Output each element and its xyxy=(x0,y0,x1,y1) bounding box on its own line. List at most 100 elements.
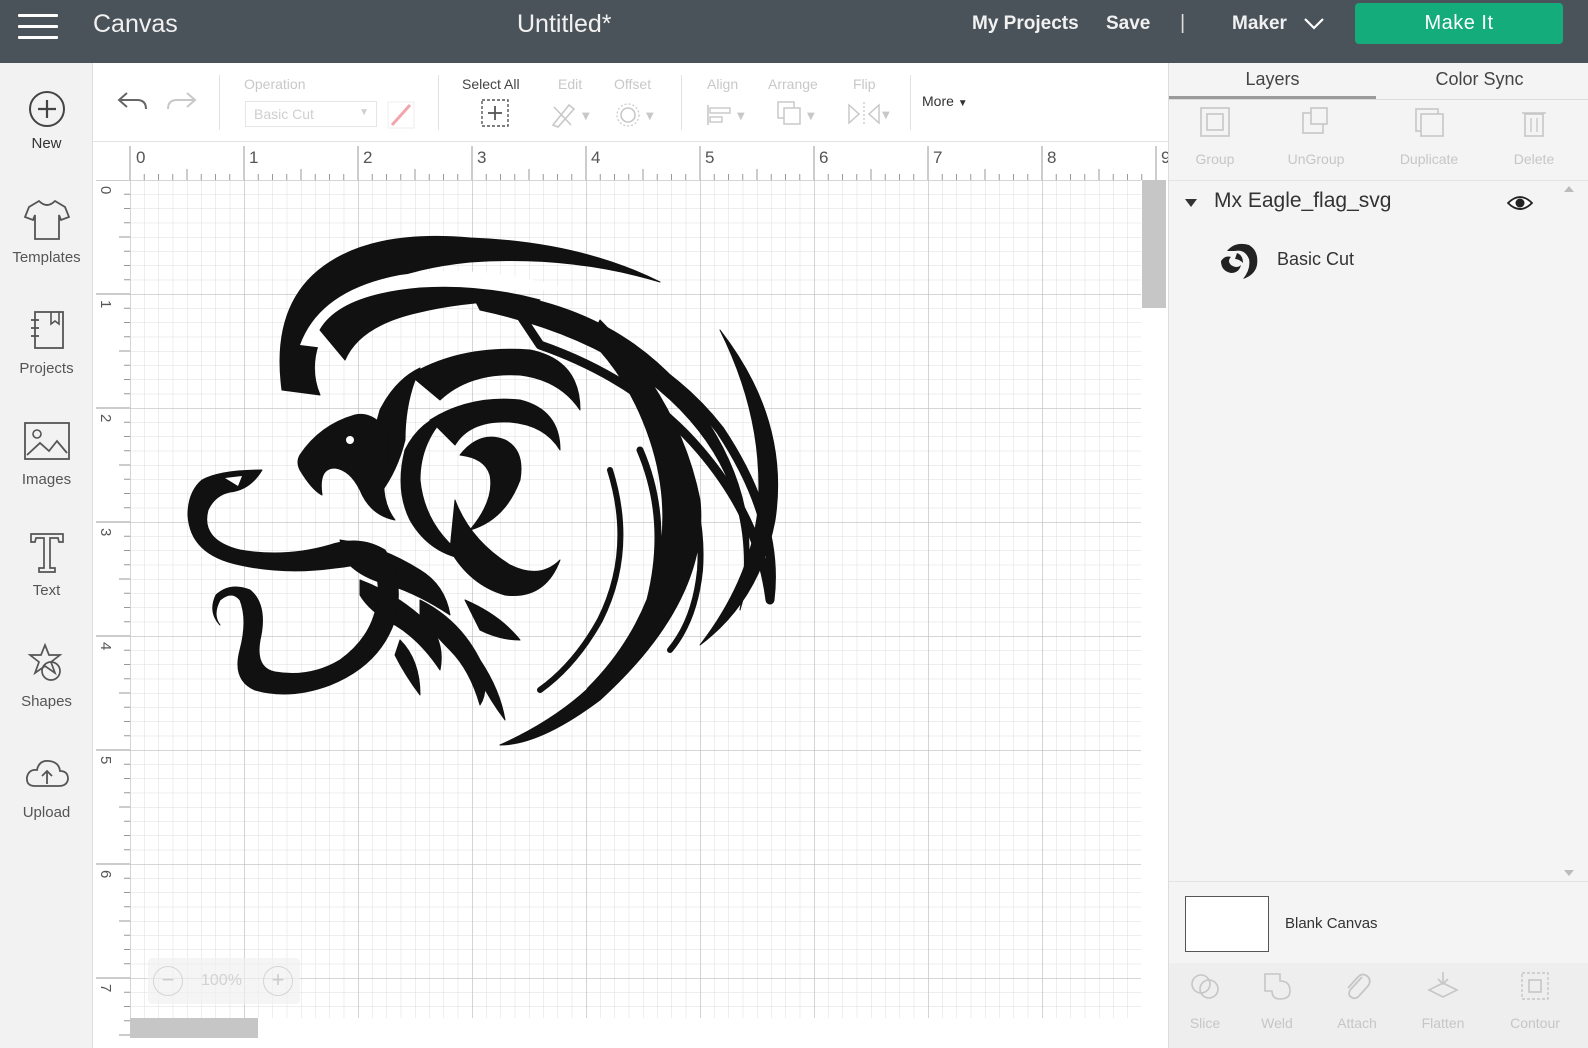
nav-new[interactable]: New xyxy=(0,89,93,189)
contour-icon xyxy=(1521,972,1549,1000)
tab-color-sync[interactable]: Color Sync xyxy=(1376,63,1583,99)
ruler-top-ticks: 0 1 2 3 4 5 6 7 8 9 xyxy=(129,146,1168,180)
left-nav: New Templates Projects Images Text Shape… xyxy=(0,63,93,1048)
upload-cloud-icon xyxy=(25,760,69,787)
delete-tool[interactable]: Delete xyxy=(1494,105,1574,167)
eagle-snake-design[interactable] xyxy=(130,180,1141,1018)
layer-thumbnail xyxy=(1221,243,1258,279)
ungroup-tool[interactable]: UnGroup xyxy=(1276,105,1356,167)
select-all-icon[interactable] xyxy=(480,98,510,128)
ruler-label: 3 xyxy=(97,528,114,536)
image-icon xyxy=(23,422,70,460)
scroll-up-arrow-icon[interactable] xyxy=(1563,183,1575,195)
ruler-label: 6 xyxy=(819,148,828,167)
document-title[interactable]: Untitled* xyxy=(517,10,612,39)
my-projects-link[interactable]: My Projects xyxy=(972,13,1079,35)
ruler-label: 4 xyxy=(97,642,114,650)
tab-divider xyxy=(1169,99,1588,100)
contour-tool[interactable]: Contour xyxy=(1495,969,1575,1031)
svg-text:▼: ▼ xyxy=(882,110,890,121)
nav-images[interactable]: Images xyxy=(0,419,93,519)
arrange-icon[interactable]: ▼ xyxy=(775,99,819,129)
layers-panel: Layers Color Sync Group UnGroup Duplicat… xyxy=(1168,63,1588,1048)
ruler-left: 0 1 2 3 4 5 6 7 xyxy=(93,180,130,1048)
flatten-tool[interactable]: Flatten xyxy=(1403,969,1483,1031)
slice-tool[interactable]: Slice xyxy=(1165,969,1245,1031)
operation-select[interactable]: Basic Cut ▼ xyxy=(245,101,377,127)
vertical-scrollbar-thumb[interactable] xyxy=(1142,180,1166,308)
horizontal-scrollbar-thumb[interactable] xyxy=(130,1018,258,1038)
zoom-level: 100% xyxy=(201,972,242,989)
ruler-label: 1 xyxy=(97,300,114,308)
shapes-icon xyxy=(27,642,62,681)
attach-tool[interactable]: Attach xyxy=(1317,969,1397,1031)
bottom-tools: Slice Weld Attach Flatten Contour xyxy=(1169,963,1588,1048)
redo-icon[interactable] xyxy=(165,87,199,115)
layer-group-name[interactable]: Mx Eagle_flag_svg xyxy=(1214,189,1391,213)
toolbar-divider xyxy=(910,75,911,130)
tshirt-icon xyxy=(23,199,70,240)
nav-text[interactable]: Text xyxy=(0,530,93,630)
nav-shapes[interactable]: Shapes xyxy=(0,641,93,741)
chevron-down-icon[interactable] xyxy=(1303,16,1325,32)
machine-select[interactable]: Maker xyxy=(1232,13,1287,35)
design-canvas[interactable] xyxy=(130,180,1141,1018)
ruler-label: 2 xyxy=(97,414,114,422)
edit-tools-icon[interactable]: ▼ xyxy=(549,99,593,129)
tools-divider xyxy=(1169,180,1588,181)
save-button[interactable]: Save xyxy=(1106,13,1150,35)
align-icon[interactable]: ▼ xyxy=(705,101,749,129)
ruler-label: 5 xyxy=(705,148,714,167)
nav-new-label: New xyxy=(31,135,62,152)
make-it-button[interactable]: Make It xyxy=(1355,3,1563,44)
eye-visibility-icon[interactable] xyxy=(1507,194,1533,212)
ruler-label: 0 xyxy=(136,148,145,167)
blank-canvas-swatch[interactable] xyxy=(1185,896,1269,952)
more-label: More xyxy=(922,93,954,109)
svg-text:▼: ▼ xyxy=(737,111,745,122)
zoom-out-button[interactable]: − xyxy=(153,966,183,996)
edit-label: Edit xyxy=(558,76,583,92)
projects-icon xyxy=(30,311,64,349)
blank-canvas-row[interactable]: Blank Canvas xyxy=(1169,881,1588,963)
ruler-label: 9 xyxy=(1161,148,1168,167)
toolbar-divider xyxy=(681,75,682,130)
offset-label: Offset xyxy=(614,76,652,92)
duplicate-icon xyxy=(1415,108,1444,137)
flip-icon[interactable]: ▼ xyxy=(845,99,893,129)
weld-label: Weld xyxy=(1261,1015,1293,1031)
svg-text:▼: ▼ xyxy=(582,111,590,122)
ruler-label: 7 xyxy=(97,984,114,992)
tab-layers[interactable]: Layers xyxy=(1169,63,1376,99)
caret-down-icon: ▼ xyxy=(957,98,968,109)
ruler-label: 2 xyxy=(363,148,372,167)
nav-templates[interactable]: Templates xyxy=(0,197,93,297)
nav-upload[interactable]: Upload xyxy=(0,752,93,852)
weld-tool[interactable]: Weld xyxy=(1237,969,1317,1031)
more-menu[interactable]: More ▼ xyxy=(922,93,968,109)
scroll-down-arrow-icon[interactable] xyxy=(1563,867,1575,879)
collapse-triangle-icon[interactable] xyxy=(1184,198,1198,208)
flatten-icon xyxy=(1427,972,1459,998)
group-tool[interactable]: Group xyxy=(1175,105,1255,167)
zoom-control: − 100% + xyxy=(148,958,300,1004)
toolbar-divider xyxy=(219,75,220,130)
pen-color-icon[interactable] xyxy=(387,101,415,129)
group-label: Group xyxy=(1195,151,1235,167)
layer-operation-label[interactable]: Basic Cut xyxy=(1277,249,1354,270)
ruler-label: 4 xyxy=(591,148,600,167)
nav-projects[interactable]: Projects xyxy=(0,308,93,408)
undo-icon[interactable] xyxy=(115,87,149,115)
offset-icon[interactable]: ▼ xyxy=(615,101,659,129)
contour-label: Contour xyxy=(1510,1015,1560,1031)
arrange-label: Arrange xyxy=(768,76,818,92)
zoom-in-button[interactable]: + xyxy=(263,966,293,996)
nav-text-label: Text xyxy=(32,582,61,599)
hamburger-menu-icon[interactable] xyxy=(18,14,58,44)
app-name: Canvas xyxy=(93,10,178,38)
operation-value: Basic Cut xyxy=(254,106,314,122)
vertical-scrollbar[interactable] xyxy=(1141,180,1168,1048)
svg-text:▼: ▼ xyxy=(646,111,654,122)
duplicate-tool[interactable]: Duplicate xyxy=(1389,105,1469,167)
toolbar-divider xyxy=(438,75,439,130)
